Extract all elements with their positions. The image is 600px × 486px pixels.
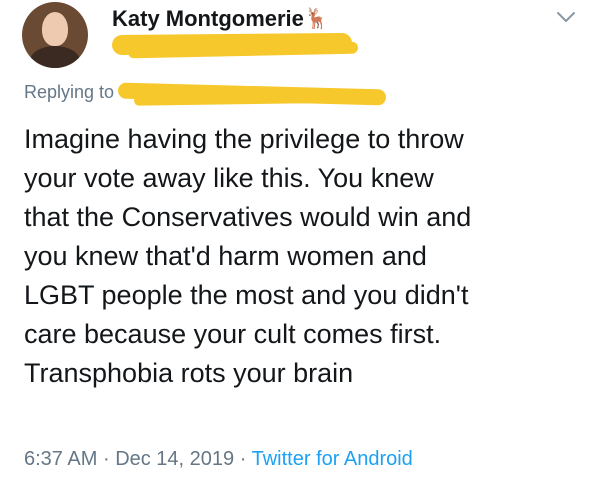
tweet-time[interactable]: 6:37 AM bbox=[24, 448, 97, 470]
tweet-line: that the Conservatives would win and bbox=[24, 202, 472, 232]
tweet-meta: 6:37 AM · Dec 14, 2019 · Twitter for And… bbox=[24, 448, 413, 471]
tweet-line: you knew that'd harm women and bbox=[24, 241, 427, 271]
meta-separator: · bbox=[239, 448, 247, 470]
tweet-date[interactable]: Dec 14, 2019 bbox=[115, 448, 234, 470]
tweet-source-link[interactable]: Twitter for Android bbox=[252, 448, 413, 470]
tweet-line: Transphobia rots your brain bbox=[24, 358, 354, 388]
display-name[interactable]: Katy Montgomerie bbox=[112, 6, 304, 32]
tweet-line: Imagine having the privilege to throw bbox=[24, 124, 464, 154]
chevron-down-icon[interactable] bbox=[555, 8, 577, 26]
avatar-body bbox=[30, 46, 80, 68]
tweet-line: your vote away like this. You knew bbox=[24, 163, 434, 193]
avatar-face bbox=[42, 12, 68, 46]
deer-emoji-icon: 🦌 bbox=[304, 8, 329, 30]
replying-to-label: Replying to bbox=[24, 82, 115, 102]
meta-separator: · bbox=[102, 448, 110, 470]
tweet-text: Imagine having the privilege to throw yo… bbox=[24, 120, 584, 393]
tweet-line: care because your cult comes first. bbox=[24, 319, 442, 349]
tweet-line: LGBT people the most and you didn't bbox=[24, 280, 469, 310]
avatar[interactable] bbox=[22, 2, 88, 68]
